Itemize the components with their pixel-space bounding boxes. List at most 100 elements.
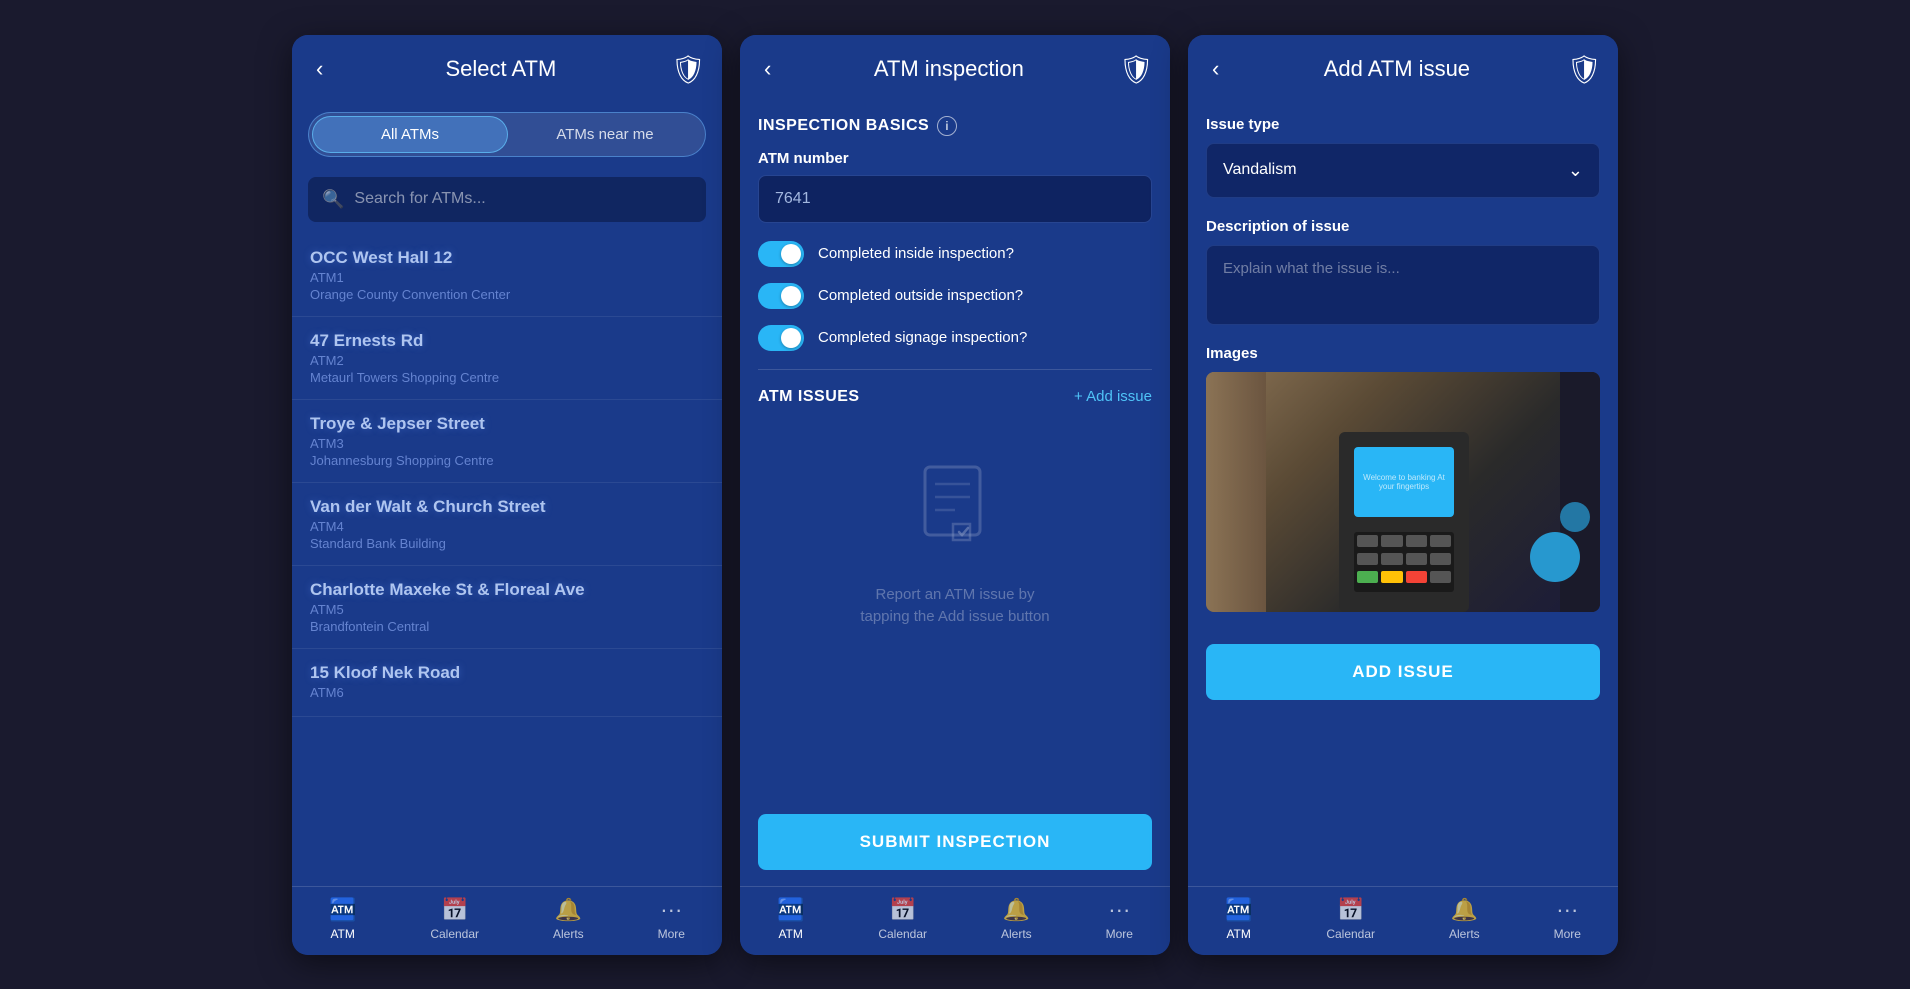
images-label: Images [1206,345,1600,362]
nav-alerts[interactable]: 🔔 Alerts [1001,897,1032,941]
shield-icon: 🛡 [1566,53,1602,86]
nav-calendar[interactable]: 📅 Calendar [1326,897,1375,941]
nav-more[interactable]: ··· More [658,897,685,941]
description-label: Description of issue [1206,218,1600,235]
tab-all-atms[interactable]: All ATMs [312,116,508,153]
screen3-title: Add ATM issue [1227,56,1566,82]
nav-atm[interactable]: 🏧 ATM [777,897,804,941]
signage-inspection-label: Completed signage inspection? [818,329,1027,346]
submit-inspection-button[interactable]: SUBMIT INSPECTION [758,814,1152,870]
blue-circle-small [1560,502,1590,532]
keypad-row-1 [1354,532,1454,550]
atm-screen-content: Welcome to banking At your fingertips [1354,469,1454,495]
add-issue-submit-button[interactable]: ADD ISSUE [1206,644,1600,700]
empty-issues-state: Report an ATM issue bytapping the Add is… [758,422,1152,669]
atm-issues-title: ATM ISSUES [758,388,860,406]
nav-alerts[interactable]: 🔔 Alerts [553,897,584,941]
nav-alerts-label: Alerts [1001,927,1032,941]
divider [758,369,1152,370]
alerts-nav-icon: 🔔 [1451,897,1478,923]
keypad-row-3 [1354,568,1454,586]
screen1-title: Select ATM [331,56,670,82]
atm-list: OCC West Hall 12 ATM1 Orange County Conv… [292,226,722,886]
nav-atm[interactable]: 🏧 ATM [329,897,356,941]
add-issue-button[interactable]: + Add issue [1074,388,1152,405]
nav-calendar[interactable]: 📅 Calendar [878,897,927,941]
description-textarea[interactable]: Explain what the issue is... [1206,245,1600,325]
search-input[interactable]: Search for ATMs... [354,190,485,208]
list-item[interactable]: Charlotte Maxeke St & Floreal Ave ATM5 B… [292,566,722,649]
info-icon[interactable]: i [937,116,957,136]
list-item[interactable]: 15 Kloof Nek Road ATM6 [292,649,722,717]
issue-type-label: Issue type [1206,116,1600,133]
issues-header: ATM ISSUES + Add issue [758,388,1152,406]
nav-atm[interactable]: 🏧 ATM [1225,897,1252,941]
toggle-outside: Completed outside inspection? [758,283,1152,309]
blue-circle-large [1530,532,1580,582]
key [1381,535,1402,547]
inside-inspection-label: Completed inside inspection? [818,245,1014,262]
atm-image-inner: Welcome to banking At your fingertips [1206,372,1600,612]
add-issue-form: Issue type Vandalism ⌄ Description of is… [1188,100,1618,724]
key [1357,535,1378,547]
key-yellow [1381,571,1402,583]
list-item[interactable]: Troye & Jepser Street ATM3 Johannesburg … [292,400,722,483]
atm-number-field[interactable]: 7641 [758,175,1152,223]
atm-nav-icon: 🏧 [777,897,804,923]
tab-toggle: All ATMs ATMs near me [308,112,706,157]
nav-calendar[interactable]: 📅 Calendar [430,897,479,941]
basics-header: INSPECTION BASICS i [758,116,1152,136]
list-item[interactable]: Van der Walt & Church Street ATM4 Standa… [292,483,722,566]
key [1430,535,1451,547]
alerts-nav-icon: 🔔 [555,897,582,923]
nav-alerts[interactable]: 🔔 Alerts [1449,897,1480,941]
signage-inspection-toggle[interactable] [758,325,804,351]
description-placeholder: Explain what the issue is... [1223,260,1400,277]
nav-atm-label: ATM [778,927,802,941]
nav-more[interactable]: ··· More [1554,897,1581,941]
atm-keypad [1354,532,1454,592]
list-item[interactable]: OCC West Hall 12 ATM1 Orange County Conv… [292,234,722,317]
nav-more[interactable]: ··· More [1106,897,1133,941]
more-nav-icon: ··· [660,897,682,923]
calendar-nav-icon: 📅 [1337,897,1364,923]
issue-type-dropdown[interactable]: Vandalism ⌄ [1206,143,1600,198]
key [1430,553,1451,565]
screen3-content: Issue type Vandalism ⌄ Description of is… [1188,100,1618,886]
nav-calendar-label: Calendar [430,927,479,941]
list-item[interactable]: 47 Ernests Rd ATM2 Metaurl Towers Shoppi… [292,317,722,400]
key [1406,535,1427,547]
calendar-nav-icon: 📅 [889,897,916,923]
screen1-header: ‹ Select ATM 🛡 [292,35,722,100]
back-button[interactable]: ‹ [308,54,331,84]
outside-inspection-label: Completed outside inspection? [818,287,1023,304]
screen3-header: ‹ Add ATM issue 🛡 [1188,35,1618,100]
outside-inspection-toggle[interactable] [758,283,804,309]
basics-title: INSPECTION BASICS [758,117,929,135]
inside-inspection-toggle[interactable] [758,241,804,267]
key-red [1406,571,1427,583]
nav-more-label: More [658,927,685,941]
empty-issues-icon [915,462,995,568]
tab-atms-near-me[interactable]: ATMs near me [508,116,702,153]
nav-calendar-label: Calendar [1326,927,1375,941]
key-green [1357,571,1378,583]
nav-more-label: More [1106,927,1133,941]
bottom-nav: 🏧 ATM 📅 Calendar 🔔 Alerts ··· More [292,886,722,955]
nav-atm-label: ATM [330,927,354,941]
back-button[interactable]: ‹ [756,54,779,84]
search-box[interactable]: 🔍 Search for ATMs... [308,177,706,222]
wall-left [1206,372,1266,612]
back-button[interactable]: ‹ [1204,54,1227,84]
empty-issues-text: Report an ATM issue bytapping the Add is… [860,584,1049,629]
search-icon: 🔍 [322,189,344,210]
atm-nav-icon: 🏧 [1225,897,1252,923]
shield-icon: 🛡 [1118,53,1154,86]
keypad-row-2 [1354,550,1454,568]
atm-image: Welcome to banking At your fingertips [1206,372,1600,612]
key [1406,553,1427,565]
nav-more-label: More [1554,927,1581,941]
key [1381,553,1402,565]
nav-alerts-label: Alerts [553,927,584,941]
more-nav-icon: ··· [1108,897,1130,923]
